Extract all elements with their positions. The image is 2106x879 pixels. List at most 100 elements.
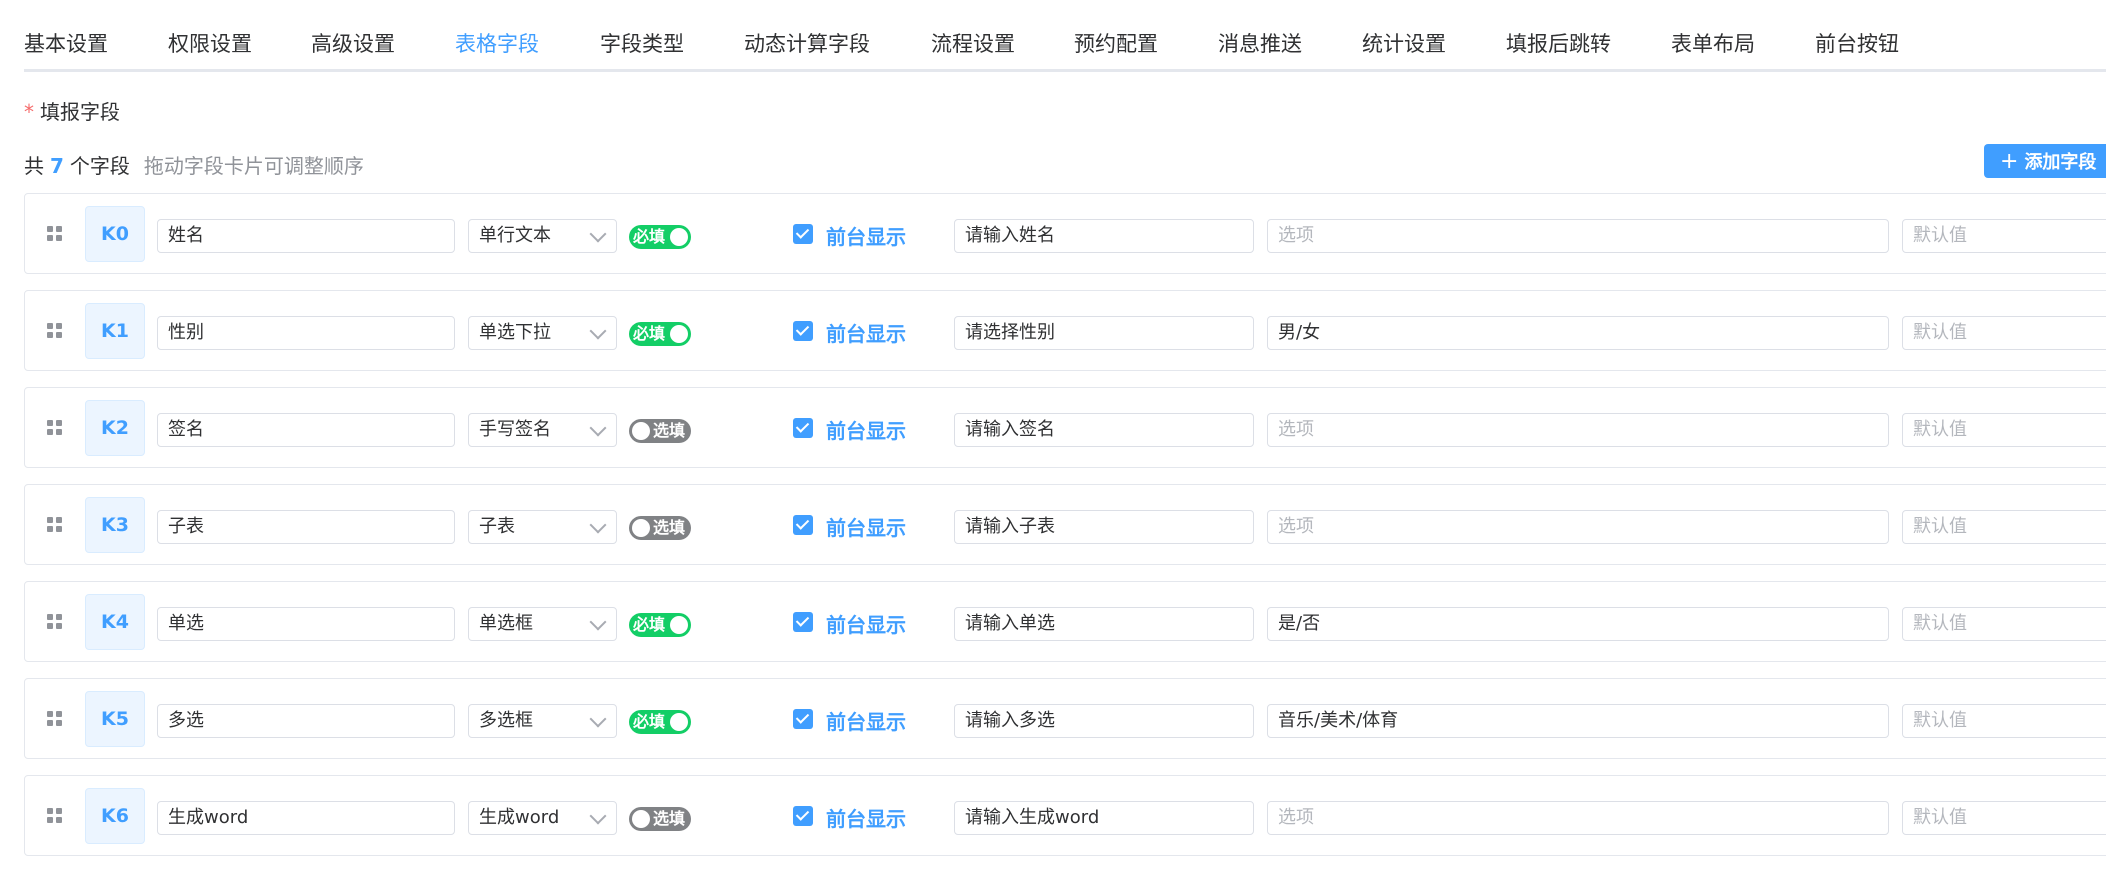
- show-on-frontend-checkbox[interactable]: [793, 224, 813, 244]
- field-key-badge: K2: [85, 400, 145, 456]
- options-input[interactable]: 选项: [1267, 219, 1889, 253]
- default-value-input[interactable]: 默认值: [1902, 704, 2106, 738]
- placeholder-input[interactable]: 请输入多选: [954, 704, 1254, 738]
- drag-handle-icon[interactable]: [47, 614, 63, 630]
- drag-handle-icon[interactable]: [47, 808, 63, 824]
- placeholder-input[interactable]: 请输入生成word: [954, 801, 1254, 835]
- default-value-input[interactable]: 默认值: [1902, 413, 2106, 447]
- chevron-down-icon: [589, 225, 607, 243]
- field-type-select[interactable]: 单行文本: [468, 219, 617, 253]
- tab-4[interactable]: 表格字段: [455, 28, 539, 58]
- summary-suffix: 个字段: [69, 154, 130, 178]
- field-name-input[interactable]: 多选: [157, 704, 455, 738]
- chevron-down-icon: [589, 710, 607, 728]
- required-toggle[interactable]: 必填: [629, 322, 691, 346]
- chevron-down-icon: [589, 322, 607, 340]
- field-card[interactable]: K4 单选 单选框 必填 前台显示 请输入单选 是/否 默认值: [24, 581, 2106, 662]
- field-card[interactable]: K0 姓名 单行文本 必填 前台显示 请输入姓名 选项 默认值: [24, 193, 2106, 274]
- options-input[interactable]: 选项: [1267, 510, 1889, 544]
- required-toggle[interactable]: 选填: [629, 807, 691, 831]
- placeholder-input[interactable]: 请选择性别: [954, 316, 1254, 350]
- show-on-frontend-checkbox[interactable]: [793, 709, 813, 729]
- required-toggle[interactable]: 选填: [629, 516, 691, 540]
- field-type-select[interactable]: 单选框: [468, 607, 617, 641]
- show-on-frontend-label: 前台显示: [826, 807, 906, 831]
- options-input[interactable]: 男/女: [1267, 316, 1889, 350]
- required-toggle-label: 选填: [653, 518, 686, 537]
- summary-prefix: 共: [24, 154, 44, 178]
- drag-handle-icon[interactable]: [47, 517, 63, 533]
- required-toggle[interactable]: 必填: [629, 710, 691, 734]
- tab-1[interactable]: 基本设置: [24, 28, 108, 58]
- tab-12[interactable]: 表单布局: [1671, 28, 1755, 58]
- field-type-select[interactable]: 生成word: [468, 801, 617, 835]
- show-on-frontend-checkbox[interactable]: [793, 321, 813, 341]
- drag-handle-icon[interactable]: [47, 323, 63, 339]
- options-input[interactable]: 音乐/美术/体育: [1267, 704, 1889, 738]
- required-toggle[interactable]: 必填: [629, 613, 691, 637]
- tab-3[interactable]: 高级设置: [311, 28, 395, 58]
- field-name-input[interactable]: 生成word: [157, 801, 455, 835]
- field-type-select[interactable]: 单选下拉: [468, 316, 617, 350]
- drag-handle-icon[interactable]: [47, 420, 63, 436]
- field-type-value: 子表: [479, 516, 515, 537]
- drag-handle-icon[interactable]: [47, 711, 63, 727]
- field-card[interactable]: K2 签名 手写签名 选填 前台显示 请输入签名 选项 默认值: [24, 387, 2106, 468]
- options-input[interactable]: 选项: [1267, 413, 1889, 447]
- options-input[interactable]: 是/否: [1267, 607, 1889, 641]
- field-type-select[interactable]: 多选框: [468, 704, 617, 738]
- placeholder-input[interactable]: 请输入子表: [954, 510, 1254, 544]
- tab-8[interactable]: 预约配置: [1074, 28, 1158, 58]
- field-name-input[interactable]: 单选: [157, 607, 455, 641]
- section-label: * 填报字段: [24, 96, 120, 125]
- chevron-down-icon: [589, 807, 607, 825]
- tab-9[interactable]: 消息推送: [1218, 28, 1302, 58]
- show-on-frontend-checkbox[interactable]: [793, 515, 813, 535]
- drag-handle-icon[interactable]: [47, 226, 63, 242]
- required-toggle[interactable]: 必填: [629, 225, 691, 249]
- show-on-frontend-checkbox[interactable]: [793, 806, 813, 826]
- add-field-button[interactable]: + 添加字段: [1984, 144, 2106, 178]
- tab-11[interactable]: 填报后跳转: [1506, 28, 1611, 58]
- tab-5[interactable]: 字段类型: [600, 28, 684, 58]
- show-on-frontend-label: 前台显示: [826, 225, 906, 249]
- field-type-select[interactable]: 子表: [468, 510, 617, 544]
- field-type-value: 单行文本: [479, 225, 551, 246]
- show-on-frontend-label: 前台显示: [826, 516, 906, 540]
- placeholder-input[interactable]: 请输入姓名: [954, 219, 1254, 253]
- chevron-down-icon: [589, 516, 607, 534]
- tab-13[interactable]: 前台按钮: [1815, 28, 1899, 58]
- default-value-input[interactable]: 默认值: [1902, 219, 2106, 253]
- tab-10[interactable]: 统计设置: [1362, 28, 1446, 58]
- field-card[interactable]: K6 生成word 生成word 选填 前台显示 请输入生成word 选项 默认…: [24, 775, 2106, 856]
- show-on-frontend-checkbox[interactable]: [793, 418, 813, 438]
- required-toggle[interactable]: 选填: [629, 419, 691, 443]
- required-toggle-label: 必填: [633, 615, 666, 634]
- chevron-down-icon: [589, 613, 607, 631]
- field-name-input[interactable]: 签名: [157, 413, 455, 447]
- toggle-knob: [670, 616, 688, 634]
- tab-6[interactable]: 动态计算字段: [744, 28, 870, 58]
- field-card[interactable]: K1 性别 单选下拉 必填 前台显示 请选择性别 男/女 默认值: [24, 290, 2106, 371]
- default-value-input[interactable]: 默认值: [1902, 801, 2106, 835]
- options-input[interactable]: 选项: [1267, 801, 1889, 835]
- field-name-input[interactable]: 子表: [157, 510, 455, 544]
- placeholder-input[interactable]: 请输入签名: [954, 413, 1254, 447]
- plus-icon: +: [2000, 148, 2019, 174]
- tab-7[interactable]: 流程设置: [931, 28, 1015, 58]
- default-value-input[interactable]: 默认值: [1902, 316, 2106, 350]
- default-value-input[interactable]: 默认值: [1902, 510, 2106, 544]
- default-value-input[interactable]: 默认值: [1902, 607, 2106, 641]
- toggle-knob: [632, 810, 650, 828]
- placeholder-input[interactable]: 请输入单选: [954, 607, 1254, 641]
- tab-2[interactable]: 权限设置: [168, 28, 252, 58]
- field-name-input[interactable]: 姓名: [157, 219, 455, 253]
- field-type-select[interactable]: 手写签名: [468, 413, 617, 447]
- required-toggle-label: 必填: [633, 324, 666, 343]
- show-on-frontend-label: 前台显示: [826, 613, 906, 637]
- field-card[interactable]: K3 子表 子表 选填 前台显示 请输入子表 选项 默认值: [24, 484, 2106, 565]
- field-card[interactable]: K5 多选 多选框 必填 前台显示 请输入多选 音乐/美术/体育 默认值: [24, 678, 2106, 759]
- field-key-badge: K5: [85, 691, 145, 747]
- show-on-frontend-checkbox[interactable]: [793, 612, 813, 632]
- field-name-input[interactable]: 性别: [157, 316, 455, 350]
